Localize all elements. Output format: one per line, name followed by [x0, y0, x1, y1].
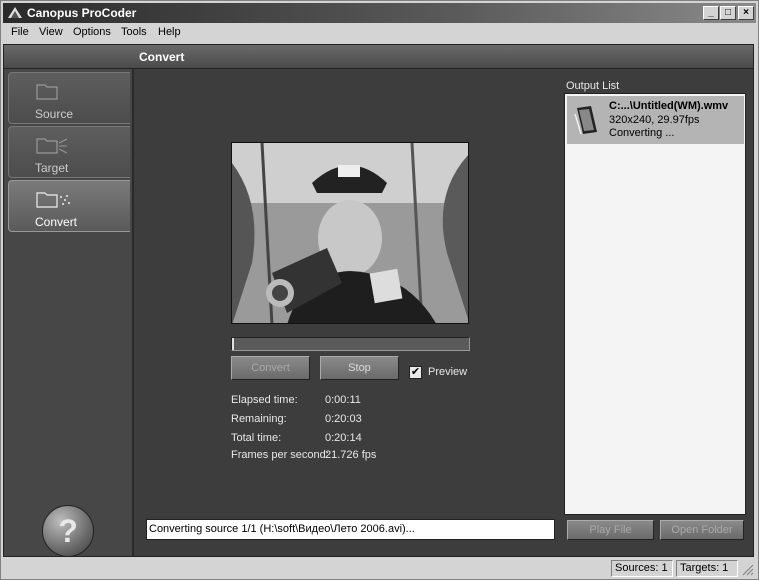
panel-title: Convert: [139, 50, 185, 64]
menu-tools[interactable]: Tools: [121, 26, 147, 38]
fps-label: Frames per second:: [231, 449, 329, 461]
open-folder-button[interactable]: Open Folder: [660, 520, 744, 540]
maximize-button[interactable]: □: [720, 6, 736, 20]
preview-frame-image: [232, 143, 468, 323]
close-button[interactable]: ×: [738, 6, 754, 20]
sidebar-tab-label: Target: [35, 161, 69, 175]
menu-view[interactable]: View: [39, 26, 63, 38]
film-file-icon: [574, 106, 597, 135]
folder-convert-icon: [36, 192, 70, 208]
stop-button[interactable]: Stop: [320, 356, 399, 380]
output-status: Converting ...: [609, 127, 675, 139]
preview-checkbox[interactable]: ✔: [409, 366, 422, 379]
sidebar-tab-label: Source: [35, 107, 74, 121]
preview-label: Preview: [428, 366, 468, 378]
conversion-progress-bar: [231, 337, 470, 351]
sidebar: Source Target Convert ?: [4, 69, 134, 557]
menu-options[interactable]: Options: [73, 26, 111, 38]
application-window: Canopus ProCoder _ □ × File View Options…: [0, 0, 759, 580]
fps-value: 21.726 fps: [325, 449, 377, 461]
menu-file[interactable]: File: [11, 26, 29, 38]
list-item[interactable]: C:...\Untitled(WM).wmv 320x240, 29.97fps…: [567, 96, 744, 144]
targets-count: Targets: 1: [676, 560, 738, 577]
resize-grip-icon[interactable]: [741, 563, 754, 576]
elapsed-label: Elapsed time:: [231, 394, 298, 406]
remaining-value: 0:20:03: [325, 413, 362, 425]
sidebar-tab-target[interactable]: Target: [8, 126, 130, 178]
status-bar: Sources: 1 Targets: 1: [3, 558, 756, 578]
total-time-label: Total time:: [231, 432, 282, 444]
sources-count: Sources: 1: [611, 560, 673, 577]
sidebar-tab-label: Convert: [35, 215, 78, 229]
status-message-field: Converting source 1/1 (H:\soft\Видео\Лет…: [146, 519, 555, 540]
output-list[interactable]: C:...\Untitled(WM).wmv 320x240, 29.97fps…: [564, 93, 746, 515]
convert-button[interactable]: Convert: [231, 356, 310, 380]
folder-target-icon: [36, 138, 68, 154]
title-bar[interactable]: Canopus ProCoder _ □ ×: [3, 3, 756, 23]
minimize-button[interactable]: _: [703, 6, 719, 20]
folder-icon: [36, 84, 58, 100]
elapsed-value: 0:00:11: [325, 394, 361, 406]
sidebar-tab-source[interactable]: Source: [8, 72, 130, 124]
play-file-button[interactable]: Play File: [567, 520, 654, 540]
total-time-value: 0:20:14: [325, 432, 362, 444]
progress-fill: [232, 338, 235, 350]
output-list-label: Output List: [566, 80, 620, 92]
menu-help[interactable]: Help: [158, 26, 181, 38]
video-preview: [231, 142, 469, 324]
app-icon: [8, 7, 22, 18]
menu-bar: File View Options Tools Help: [3, 24, 756, 42]
help-button[interactable]: ?: [42, 505, 94, 557]
output-filename: C:...\Untitled(WM).wmv: [609, 100, 729, 112]
panel-header: Convert: [4, 45, 753, 69]
output-format-info: 320x240, 29.97fps: [609, 114, 700, 126]
main-panel: Convert Source Target Convert ? Convert …: [3, 44, 754, 557]
window-title: Canopus ProCoder: [27, 6, 137, 20]
remaining-label: Remaining:: [231, 413, 287, 425]
sidebar-tab-convert[interactable]: Convert: [8, 180, 130, 232]
